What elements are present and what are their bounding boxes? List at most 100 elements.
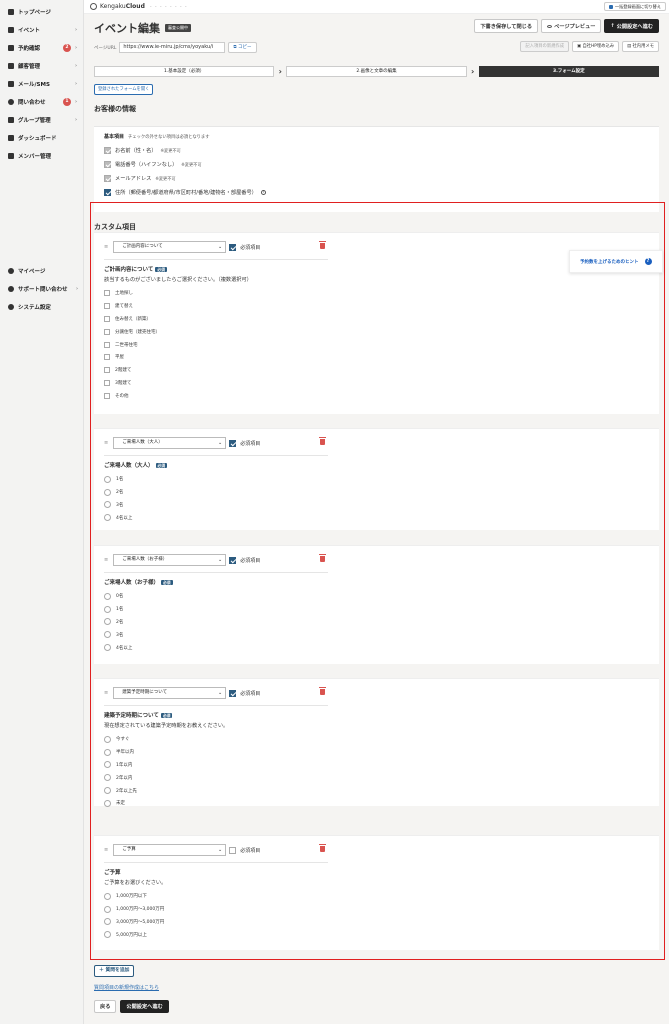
switch-view-button[interactable]: 一括登録画面に切り替え bbox=[603, 2, 666, 11]
save-draft-button[interactable]: 下書き保存して閉じる bbox=[474, 19, 539, 33]
new-item-link[interactable]: 質問項目の新規作成はこちら bbox=[94, 984, 159, 991]
option-checkbox[interactable] bbox=[104, 341, 110, 348]
page-url-field[interactable]: https://www.ie-miru.jp/cms/yoyaku/i bbox=[119, 42, 226, 53]
new-item-button[interactable]: 記入項目の新規作成 bbox=[520, 41, 570, 52]
question-option[interactable]: 2階建て bbox=[104, 364, 404, 377]
option-radio[interactable] bbox=[104, 761, 111, 769]
step-form[interactable]: 3.フォーム設定 bbox=[478, 66, 659, 77]
drag-handle-icon[interactable]: ≡ bbox=[104, 244, 108, 250]
required-checkbox[interactable] bbox=[229, 689, 237, 697]
publish-settings-button[interactable]: ↑ 公開設定へ進む bbox=[604, 19, 659, 33]
add-question-button[interactable]: ＋ 質問を追加 bbox=[94, 965, 135, 977]
question-option[interactable]: 未定 bbox=[104, 797, 404, 810]
required-checkbox[interactable] bbox=[229, 243, 237, 251]
trash-icon[interactable] bbox=[319, 687, 326, 695]
sidebar-item[interactable]: マイページ bbox=[0, 262, 84, 280]
drag-handle-icon[interactable]: ≡ bbox=[104, 690, 108, 696]
option-radio[interactable] bbox=[104, 787, 111, 795]
option-checkbox[interactable] bbox=[104, 379, 110, 386]
question-option[interactable]: 3名 bbox=[104, 628, 404, 641]
required-checkbox[interactable] bbox=[229, 439, 237, 447]
sidebar-item[interactable]: サポート問い合わせ › bbox=[0, 280, 84, 298]
sidebar-item[interactable]: ダッシュボード bbox=[0, 129, 83, 147]
question-option[interactable]: 2名 bbox=[104, 486, 404, 499]
question-option[interactable]: 1,000万円以下 bbox=[104, 890, 404, 903]
question-option[interactable]: 3階建て bbox=[104, 377, 404, 390]
option-radio[interactable] bbox=[104, 931, 111, 939]
option-checkbox[interactable] bbox=[104, 367, 110, 374]
sidebar-item[interactable]: システム設定 bbox=[0, 298, 84, 316]
back-button[interactable]: 戻る bbox=[94, 1000, 117, 1013]
basic-item-checkbox[interactable] bbox=[104, 189, 111, 196]
question-option[interactable]: 二世帯住宅 bbox=[104, 338, 404, 351]
internal-memo-button[interactable]: ▤ 社内用メモ bbox=[622, 41, 659, 52]
option-radio[interactable] bbox=[104, 774, 111, 782]
question-select[interactable]: ご予算 ⌄ bbox=[113, 844, 227, 856]
option-radio[interactable] bbox=[104, 631, 111, 639]
copy-url-button[interactable]: ⧉ コピー bbox=[228, 42, 257, 53]
drag-handle-icon[interactable]: ≡ bbox=[104, 847, 108, 853]
option-radio[interactable] bbox=[104, 735, 111, 743]
drag-handle-icon[interactable]: ≡ bbox=[104, 440, 108, 446]
option-radio[interactable] bbox=[104, 905, 111, 913]
question-option[interactable]: 住み替え（新築） bbox=[104, 313, 404, 326]
sidebar-item[interactable]: メール/SMS › bbox=[0, 75, 83, 93]
hint-button[interactable]: 予約数を上げるためのヒント ? bbox=[569, 250, 663, 273]
question-select[interactable]: ご来場人数（お子様） ⌄ bbox=[113, 554, 227, 566]
question-option[interactable]: 分譲住宅（建売住宅） bbox=[104, 325, 404, 338]
sidebar-item[interactable]: 問い合わせ 1 › bbox=[0, 93, 83, 111]
option-radio[interactable] bbox=[104, 892, 111, 900]
question-option[interactable]: 0名 bbox=[104, 590, 404, 603]
question-option[interactable]: 平屋 bbox=[104, 351, 404, 364]
question-option[interactable]: 2年以上先 bbox=[104, 784, 404, 797]
question-option[interactable]: 2名 bbox=[104, 616, 404, 629]
question-option[interactable]: 1名 bbox=[104, 473, 404, 486]
question-select[interactable]: 建築予定時期について ⌄ bbox=[113, 687, 227, 699]
option-radio[interactable] bbox=[104, 605, 111, 613]
option-radio[interactable] bbox=[104, 918, 111, 926]
option-radio[interactable] bbox=[104, 618, 111, 626]
option-radio[interactable] bbox=[104, 475, 111, 483]
option-radio[interactable] bbox=[104, 748, 111, 756]
required-checkbox[interactable] bbox=[229, 556, 237, 564]
trash-icon[interactable] bbox=[319, 241, 326, 249]
trash-icon[interactable] bbox=[319, 554, 326, 562]
question-option[interactable]: 4名以上 bbox=[104, 511, 404, 524]
question-option[interactable]: 建て替え bbox=[104, 300, 404, 313]
sidebar-item[interactable]: イベント › bbox=[0, 21, 83, 39]
option-radio[interactable] bbox=[104, 644, 111, 652]
info-icon[interactable]: i bbox=[260, 190, 266, 195]
sidebar-item[interactable]: トップページ bbox=[0, 3, 83, 21]
question-option[interactable]: 1年以内 bbox=[104, 759, 404, 772]
question-select[interactable]: ご計画内容について ⌄ bbox=[113, 241, 227, 253]
option-radio[interactable] bbox=[104, 488, 111, 496]
bottom-publish-button[interactable]: 公開設定へ進む bbox=[120, 1000, 169, 1013]
option-radio[interactable] bbox=[104, 501, 111, 509]
sidebar-item[interactable]: グループ管理 › bbox=[0, 111, 83, 129]
question-option[interactable]: 4名以上 bbox=[104, 641, 404, 654]
sidebar-item[interactable]: 顧客管理 › bbox=[0, 57, 83, 75]
sidebar-item[interactable]: メンバー管理 bbox=[0, 147, 83, 165]
option-checkbox[interactable] bbox=[104, 290, 110, 297]
option-checkbox[interactable] bbox=[104, 303, 110, 310]
option-checkbox[interactable] bbox=[104, 315, 110, 322]
question-option[interactable]: 今すぐ bbox=[104, 733, 404, 746]
preview-button[interactable]: ページプレビュー bbox=[541, 19, 602, 33]
option-radio[interactable] bbox=[104, 514, 111, 522]
option-radio[interactable] bbox=[104, 592, 111, 600]
question-option[interactable]: その他 bbox=[104, 389, 404, 402]
question-option[interactable]: 3,000万円〜5,000万円 bbox=[104, 916, 404, 929]
drag-handle-icon[interactable]: ≡ bbox=[104, 557, 108, 563]
step-basic[interactable]: 1.基本設定（必須） bbox=[94, 66, 275, 77]
question-select[interactable]: ご来場人数（大人） ⌄ bbox=[113, 437, 227, 449]
sidebar-item[interactable]: 予約確認 2 › bbox=[0, 39, 83, 57]
step-content[interactable]: 2.画像と文章の編集 bbox=[286, 66, 467, 77]
question-option[interactable]: 土地探し bbox=[104, 287, 404, 300]
question-option[interactable]: 半年以内 bbox=[104, 746, 404, 759]
question-option[interactable]: 1,000万円〜3,000万円 bbox=[104, 903, 404, 916]
question-option[interactable]: 3名 bbox=[104, 499, 404, 512]
trash-icon[interactable] bbox=[319, 437, 326, 445]
option-checkbox[interactable] bbox=[104, 354, 110, 361]
option-checkbox[interactable] bbox=[104, 392, 110, 399]
question-option[interactable]: 2年以内 bbox=[104, 771, 404, 784]
